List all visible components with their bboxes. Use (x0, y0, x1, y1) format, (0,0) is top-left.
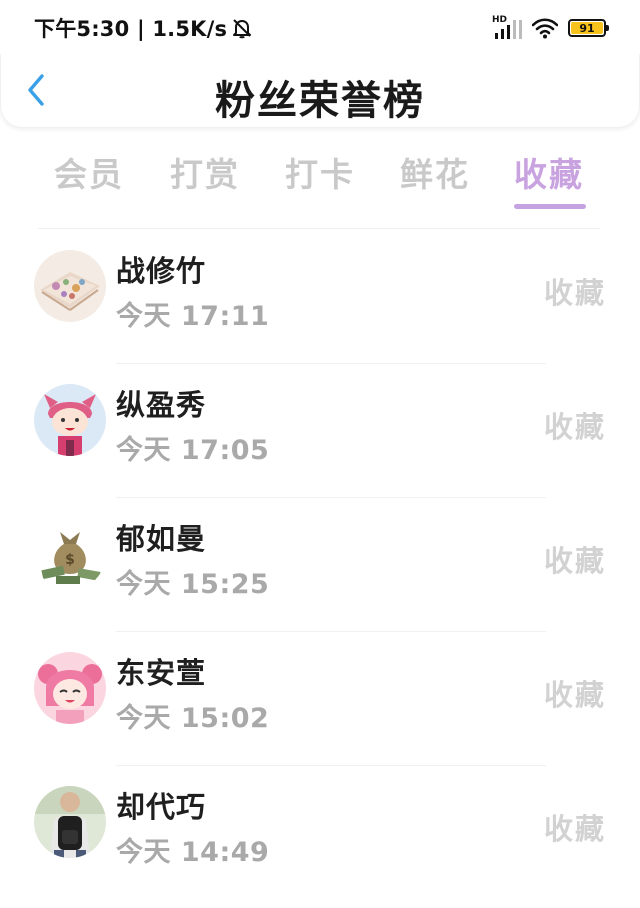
bell-off-icon (233, 19, 252, 39)
list-item[interactable]: 纵盈秀 今天 17:05 收藏 (0, 364, 640, 498)
status-left: 下午5:30 | 1.5K/s (34, 14, 253, 42)
tab-checkin[interactable]: 打卡 (285, 148, 355, 196)
page-title: 粉丝荣誉榜 (215, 78, 425, 124)
divider (38, 228, 600, 229)
list-item[interactable]: 战修竹 今天 17:11 收藏 (0, 230, 640, 364)
tab-favorites[interactable]: 收藏 (514, 148, 584, 196)
avatar (34, 384, 106, 456)
avatar (34, 652, 106, 724)
fan-name: 东安萱 (116, 656, 207, 690)
fan-time: 今天 15:02 (116, 703, 270, 734)
battery-icon: 91 (568, 19, 609, 37)
avatar (34, 786, 106, 858)
header-bar: 粉丝荣誉榜 (0, 54, 640, 128)
fan-name: 郁如曼 (116, 522, 207, 556)
status-bar: 下午5:30 | 1.5K/s HD 91 (0, 0, 640, 54)
fan-time: 今天 17:11 (116, 301, 270, 332)
tab-flowers[interactable]: 鲜花 (400, 148, 470, 196)
fan-name: 却代巧 (116, 790, 207, 824)
svg-text:$: $ (65, 552, 75, 568)
fan-time: 今天 15:25 (116, 569, 270, 600)
battery-level: 91 (571, 22, 603, 35)
avatar (34, 250, 106, 322)
tab-tips[interactable]: 打赏 (170, 148, 240, 196)
fan-name: 纵盈秀 (116, 388, 207, 422)
tab-members[interactable]: 会员 (54, 148, 124, 196)
status-right: HD 91 (492, 14, 609, 42)
fan-time: 今天 17:05 (116, 435, 270, 466)
status-time-speed: 下午5:30 | 1.5K/s (34, 17, 228, 41)
list-item[interactable]: 却代巧 今天 14:49 收藏 (0, 766, 640, 900)
list-item[interactable]: 东安萱 今天 15:02 收藏 (0, 632, 640, 766)
wifi-icon (532, 18, 558, 39)
favorite-label: 收藏 (543, 410, 606, 444)
favorite-label: 收藏 (543, 276, 606, 310)
favorite-label: 收藏 (543, 544, 606, 578)
active-tab-indicator (514, 204, 586, 209)
fan-name: 战修竹 (116, 254, 207, 288)
favorite-label: 收藏 (543, 812, 606, 846)
tab-bar: 会员 打赏 打卡 鲜花 收藏 (0, 140, 640, 216)
avatar: $ (34, 518, 106, 590)
favorite-label: 收藏 (543, 678, 606, 712)
cellular-signal-icon: HD (492, 15, 522, 40)
list-item[interactable]: $ 郁如曼 今天 15:25 收藏 (0, 498, 640, 632)
fan-time: 今天 14:49 (116, 837, 270, 868)
